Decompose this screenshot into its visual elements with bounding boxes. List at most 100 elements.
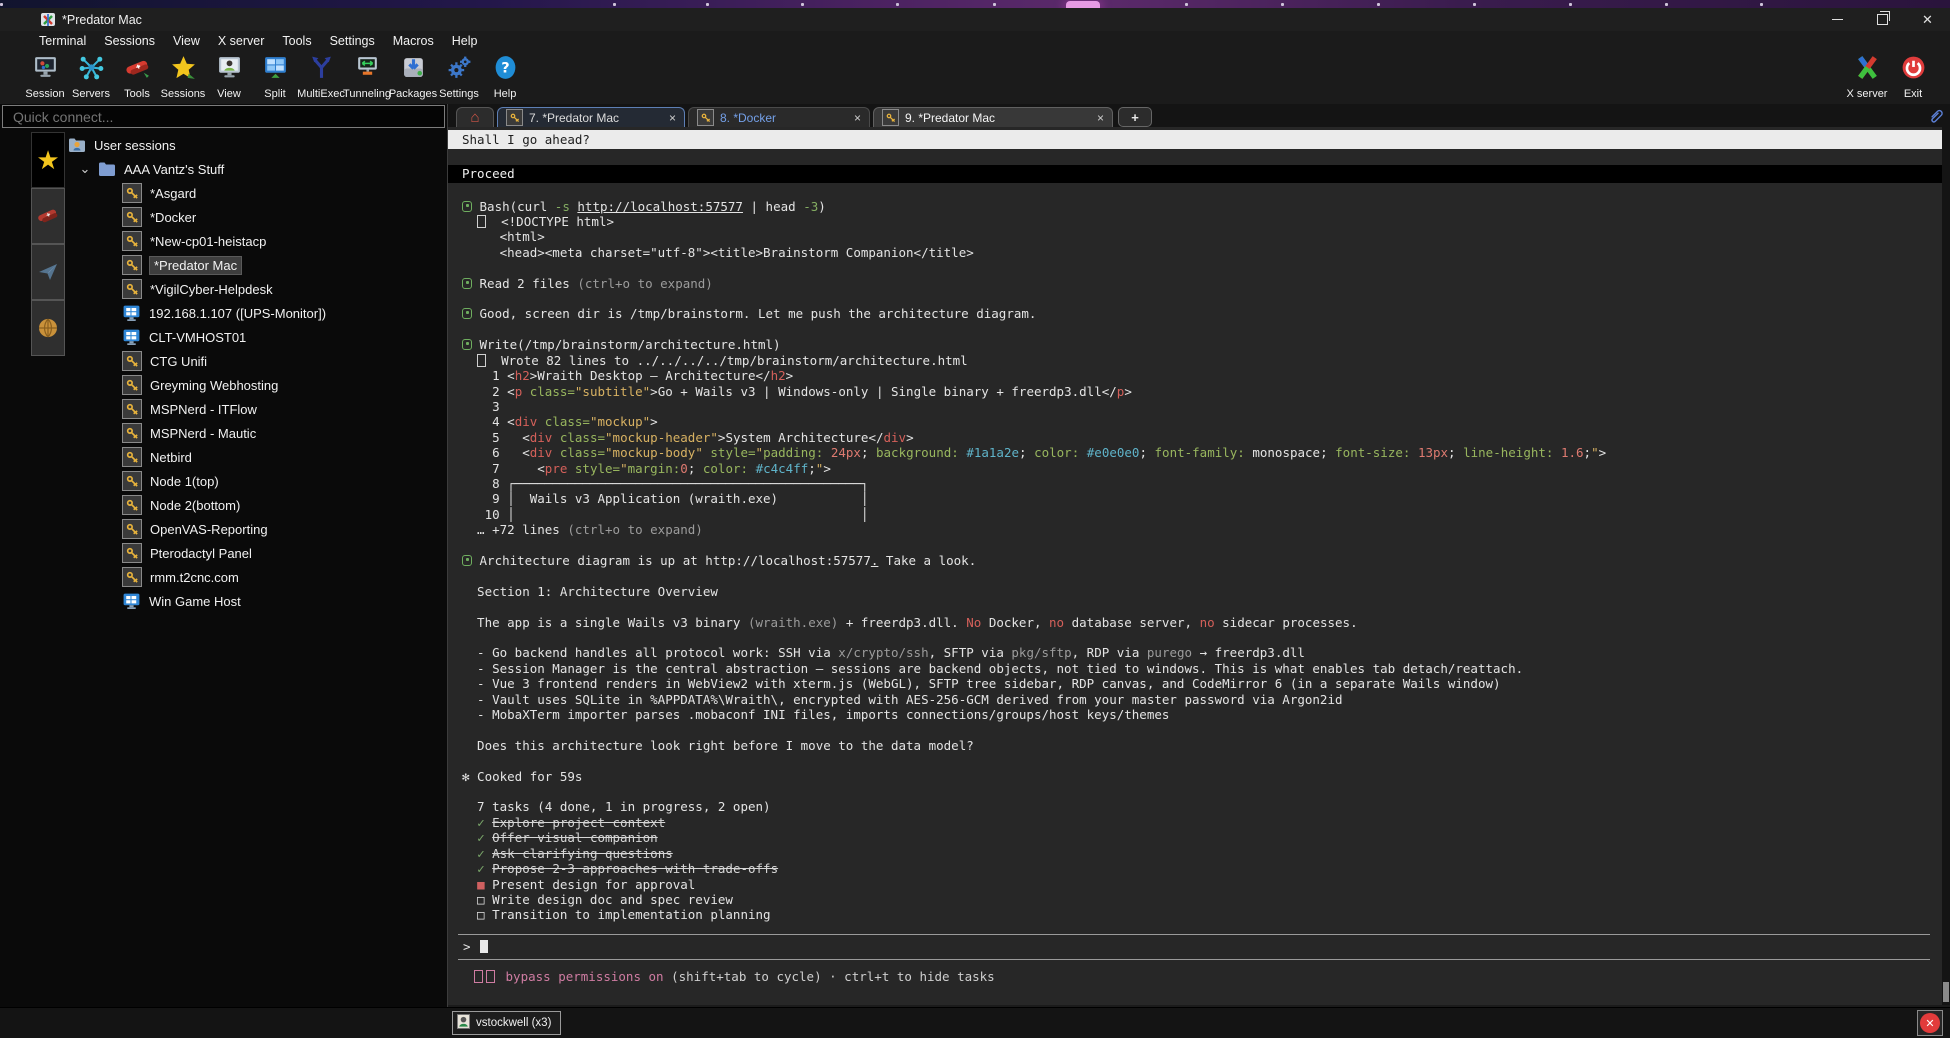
session-label: AAA Vantz's Stuff — [124, 162, 224, 177]
paperclip-icon[interactable] — [1927, 107, 1944, 129]
kill-session-button[interactable]: ✕ — [1917, 1010, 1943, 1036]
session-item-mspnerd-itflow[interactable]: MSPNerd - ITFlow — [65, 397, 447, 421]
minimize-button[interactable] — [1815, 8, 1860, 31]
session-item-node-2-bottom[interactable]: Node 2(bottom) — [65, 493, 447, 517]
toolbar-tools-button[interactable]: Tools — [114, 51, 160, 103]
menu-terminal[interactable]: Terminal — [30, 34, 95, 48]
terminal-line — [448, 753, 1942, 768]
tab-9-predator-mac[interactable]: 9. *Predator Mac × — [873, 107, 1113, 127]
toolbar-session-button[interactable]: Session — [22, 51, 68, 103]
scrollbar-thumb[interactable] — [1943, 982, 1949, 1002]
app-logo-icon — [40, 12, 56, 28]
menu-macros[interactable]: Macros — [384, 34, 443, 48]
toolbar-view-button[interactable]: View — [206, 51, 252, 103]
session-label: User sessions — [94, 138, 176, 153]
session-label: *Docker — [150, 210, 196, 225]
session-item-new-cp01-heistacp[interactable]: *New-cp01-heistacp — [65, 229, 447, 253]
rdp-monitor-icon — [122, 592, 141, 611]
terminal-line: ✓ Propose 2-3 approaches with trade-offs — [448, 861, 1942, 876]
terminal-line: Wrote 82 lines to ../../../../tmp/brains… — [448, 353, 1942, 368]
session-item-user-sessions[interactable]: User sessions — [65, 133, 447, 157]
missing-glyph-box — [486, 970, 495, 983]
tab-label: 8. *Docker — [720, 111, 776, 125]
terminal-scrollbar[interactable] — [1942, 127, 1950, 1005]
toolbar-label: Sessions — [161, 88, 206, 100]
prompt-input[interactable]: > — [458, 934, 1930, 960]
session-item-asgard[interactable]: *Asgard — [65, 181, 447, 205]
toolbar-split-button[interactable]: Split — [252, 51, 298, 103]
tool-bullet-icon — [462, 201, 472, 212]
toolbar-x-server-button[interactable]: X server — [1844, 51, 1890, 103]
session-item-greyming-webhosting[interactable]: Greyming Webhosting — [65, 373, 447, 397]
session-item-win-game-host[interactable]: Win Game Host — [65, 589, 447, 613]
menu-view[interactable]: View — [164, 34, 209, 48]
session-item-ctg-unifi[interactable]: CTG Unifi — [65, 349, 447, 373]
toolbar-settings-button[interactable]: Settings — [436, 51, 482, 103]
session-item-rmm-t2cnc-com[interactable]: rmm.t2cnc.com — [65, 565, 447, 589]
tab-8-docker[interactable]: 8. *Docker × — [688, 107, 870, 127]
tab-7-predator-mac[interactable]: 7. *Predator Mac× — [497, 107, 685, 127]
close-icon: ✕ — [1922, 12, 1933, 28]
session-label: Node 1(top) — [150, 474, 219, 489]
user-session-chip[interactable]: vstockwell (x3) — [452, 1011, 561, 1035]
toolbar-servers-button[interactable]: Servers — [68, 51, 114, 103]
session-item-pterodactyl-panel[interactable]: Pterodactyl Panel — [65, 541, 447, 565]
menu-settings[interactable]: Settings — [321, 34, 384, 48]
ssh-key-icon — [506, 109, 523, 126]
toolbar-exit-button[interactable]: Exit — [1890, 51, 1936, 103]
session-label: *Predator Mac — [150, 257, 241, 274]
menu-tools[interactable]: Tools — [273, 34, 320, 48]
toolbar-multiexec-button[interactable]: MultiExec — [298, 51, 344, 103]
session-label: Win Game Host — [149, 594, 241, 609]
restore-button[interactable] — [1860, 8, 1905, 31]
quick-connect-input[interactable] — [2, 105, 445, 128]
session-item-mspnerd-mautic[interactable]: MSPNerd - Mautic — [65, 421, 447, 445]
chevron-down-icon[interactable]: ⌄ — [76, 161, 94, 177]
railglobe-icon — [37, 317, 59, 339]
toolbar-packages-button[interactable]: Packages — [390, 51, 436, 103]
menu-sessions[interactable]: Sessions — [95, 34, 164, 48]
tab-close-icon[interactable]: × — [844, 111, 861, 125]
session-item-predator-mac[interactable]: *Predator Mac — [65, 253, 447, 277]
tab-close-icon[interactable]: × — [1087, 111, 1104, 125]
rail-sftp-button[interactable] — [31, 244, 65, 300]
home-tab[interactable]: ⌂ — [456, 107, 494, 127]
toolbar-label: Exit — [1904, 88, 1922, 100]
session-item-vigilcyber-helpdesk[interactable]: *VigilCyber-Helpdesk — [65, 277, 447, 301]
session-item-openvas-reporting[interactable]: OpenVAS-Reporting — [65, 517, 447, 541]
terminal-line: - Session Manager is the central abstrac… — [448, 661, 1942, 676]
close-button[interactable]: ✕ — [1905, 8, 1950, 31]
session-item-docker[interactable]: *Docker — [65, 205, 447, 229]
rail-tools-button[interactable] — [31, 188, 65, 244]
tab-label: 9. *Predator Mac — [905, 111, 995, 125]
help-icon: ? — [492, 54, 519, 86]
terminal[interactable]: Shall I go ahead? Proceed Bash(curl -s h… — [448, 127, 1942, 1005]
terminal-line: 8 ┌─────────────────────────────────────… — [448, 476, 1942, 491]
rail-network-button[interactable] — [31, 300, 65, 356]
menu-x-server[interactable]: X server — [209, 34, 274, 48]
terminal-line: 6 <div class="mockup-body" style="paddin… — [448, 445, 1942, 460]
terminal-line: 7 tasks (4 done, 1 in progress, 2 open) — [448, 799, 1942, 814]
session-item-aaa-vantz-s-stuff[interactable]: ⌄ AAA Vantz's Stuff — [65, 157, 447, 181]
terminal-line: 7 <pre style="margin:0; color: #c4c4ff;"… — [448, 461, 1942, 476]
toolbar-tunneling-button[interactable]: Tunneling — [344, 51, 390, 103]
new-tab-button[interactable]: + — [1118, 107, 1152, 127]
session-item-netbird[interactable]: Netbird — [65, 445, 447, 469]
rdp-monitor-icon — [122, 328, 141, 347]
user-session-label: vstockwell (x3) — [476, 1017, 551, 1029]
toolbar-label: Packages — [389, 88, 437, 100]
session-label: Netbird — [150, 450, 192, 465]
terminal-line: 3 — [448, 399, 1942, 414]
exit-icon — [1900, 54, 1927, 86]
toolbar-help-button[interactable]: ?Help — [482, 51, 528, 103]
ssh-key-icon — [122, 399, 142, 419]
rail-favorites-button[interactable]: ★ — [31, 132, 65, 188]
terminal-line: Architecture diagram is up at http://loc… — [448, 553, 1942, 568]
tab-close-icon[interactable]: × — [659, 111, 676, 125]
menu-help[interactable]: Help — [443, 34, 487, 48]
session-item-node-1-top[interactable]: Node 1(top) — [65, 469, 447, 493]
session-item-clt-vmhost01[interactable]: CLT-VMHOST01 — [65, 325, 447, 349]
toolbar-sessions-button[interactable]: Sessions — [160, 51, 206, 103]
session-item-192-168-1-107-ups-monitor[interactable]: 192.168.1.107 ([UPS-Monitor]) — [65, 301, 447, 325]
window-controls: ✕ — [1815, 8, 1950, 31]
